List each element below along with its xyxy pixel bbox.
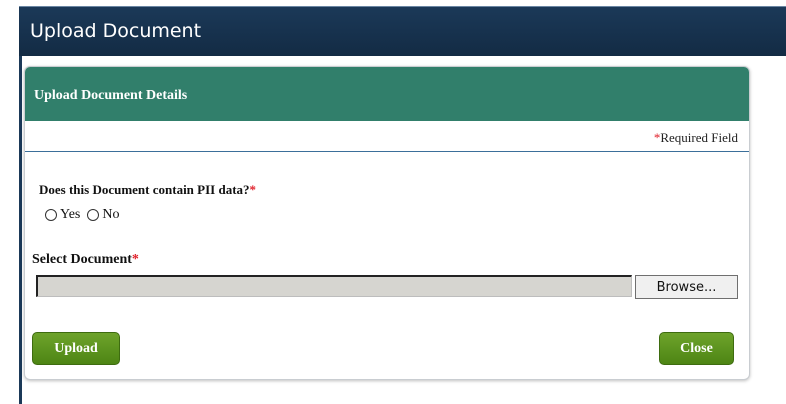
pii-no-label[interactable]: No bbox=[102, 207, 119, 223]
select-document-label: Select Document* bbox=[32, 252, 139, 268]
upload-button[interactable]: Upload bbox=[32, 332, 120, 365]
pii-required-asterisk: * bbox=[249, 182, 257, 197]
close-button[interactable]: Close bbox=[659, 332, 734, 365]
browse-button[interactable]: Browse... bbox=[635, 275, 738, 299]
dialog-titlebar[interactable]: Upload Document bbox=[19, 6, 786, 56]
pii-yes-label[interactable]: Yes bbox=[60, 207, 80, 223]
required-field-label: Required Field bbox=[660, 130, 738, 145]
pii-question-text: Does this Document contain PII data? bbox=[39, 182, 250, 197]
upload-details-panel: Upload Document Details *Required Field … bbox=[24, 66, 750, 380]
dialog-title: Upload Document bbox=[30, 20, 202, 42]
file-path-input[interactable] bbox=[36, 275, 632, 297]
pii-radio-group: Yes No bbox=[45, 206, 127, 224]
panel-header: Upload Document Details bbox=[25, 67, 749, 121]
select-document-text: Select Document bbox=[32, 252, 132, 267]
required-field-row: *Required Field bbox=[25, 123, 749, 152]
panel-header-title: Upload Document Details bbox=[34, 88, 188, 103]
required-field-note: *Required Field bbox=[654, 130, 738, 146]
window-edge bbox=[19, 56, 22, 404]
select-required-asterisk: * bbox=[131, 252, 139, 267]
pii-yes-radio[interactable] bbox=[45, 209, 57, 221]
pii-question-label: Does this Document contain PII data?* bbox=[39, 182, 256, 198]
pii-no-radio[interactable] bbox=[87, 209, 100, 221]
